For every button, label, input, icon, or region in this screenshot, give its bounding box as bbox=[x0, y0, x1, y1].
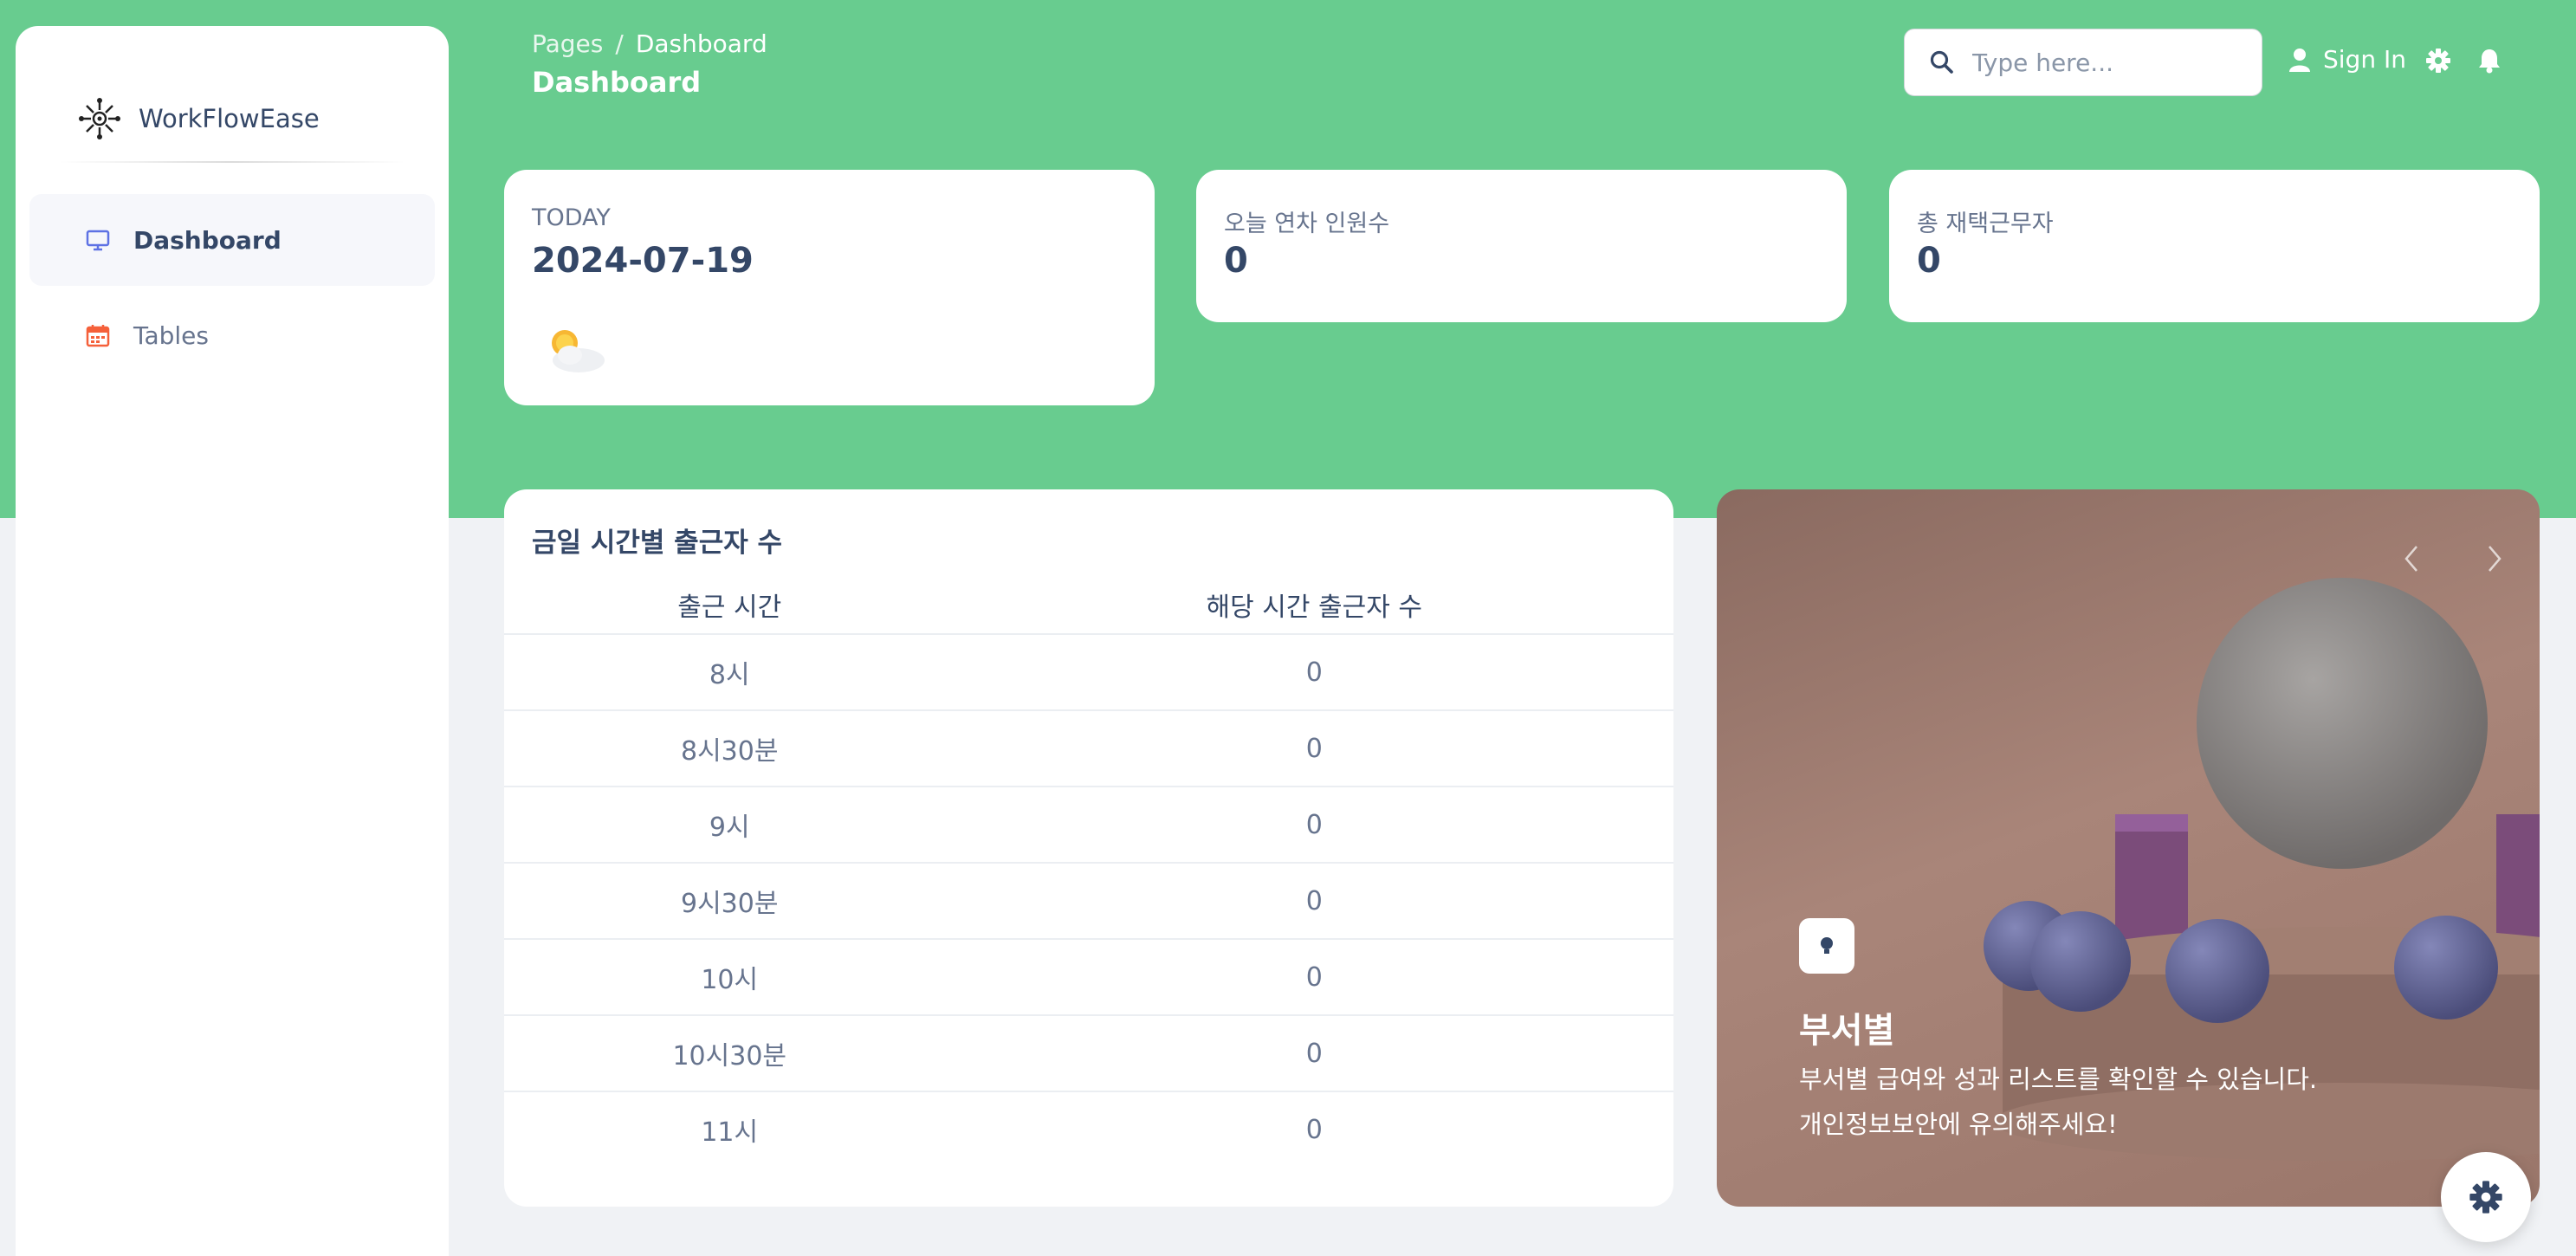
brand-name: WorkFlowEase bbox=[139, 104, 320, 133]
calendar-icon bbox=[86, 325, 110, 347]
partly-cloudy-icon bbox=[552, 330, 605, 372]
feature-description-line: 개인정보보안에 유의해주세요! bbox=[1799, 1110, 2118, 1139]
sidebar-item-label: Tables bbox=[133, 320, 209, 350]
sidebar-item-tables[interactable]: Tables bbox=[29, 289, 435, 381]
table-row: 9시 0 bbox=[504, 787, 1673, 864]
sidebar-item-label: Dashboard bbox=[133, 225, 282, 255]
table-row: 10시30분 0 bbox=[504, 1015, 1673, 1092]
feature-description-line: 부서별 급여와 성과 리스트를 확인할 수 있습니다. bbox=[1799, 1065, 2318, 1094]
gear-icon[interactable] bbox=[2425, 48, 2451, 74]
search-icon bbox=[1930, 50, 1953, 74]
breadcrumb-parent[interactable]: Pages bbox=[532, 29, 603, 58]
monitor-icon bbox=[86, 230, 110, 251]
breadcrumb-separator: / bbox=[615, 29, 624, 58]
page-title: Dashboard bbox=[532, 66, 702, 99]
sidebar-item-dashboard[interactable]: Dashboard bbox=[29, 194, 435, 286]
count-cell: 0 bbox=[955, 787, 1673, 864]
count-cell: 0 bbox=[955, 710, 1673, 787]
leave-count-label: 오늘 연차 인원수 bbox=[1224, 210, 1390, 237]
count-cell: 0 bbox=[955, 863, 1673, 940]
remote-workers-value: 0 bbox=[1917, 241, 1941, 281]
table-row: 11시 0 bbox=[504, 1091, 1673, 1167]
lightbulb-badge bbox=[1799, 918, 1854, 974]
lightbulb-icon bbox=[1821, 937, 1833, 954]
today-label: TODAY bbox=[532, 204, 611, 231]
department-feature-card[interactable]: 부서별 부서별 급여와 성과 리스트를 확인할 수 있습니다. 개인정보보안에 … bbox=[1717, 489, 2540, 1207]
background-illustration bbox=[1984, 578, 2540, 1161]
attendance-table: 출근 시간 해당 시간 출근자 수 8시 0 8시30분 0 9시 0 9시30분 0 … bbox=[504, 576, 1673, 1167]
bell-icon[interactable] bbox=[2477, 48, 2502, 74]
time-cell: 9시 bbox=[504, 787, 955, 864]
table-row: 10시 0 bbox=[504, 939, 1673, 1016]
count-cell: 0 bbox=[955, 939, 1673, 1016]
attendance-title: 금일 시간별 출근자 수 bbox=[532, 528, 783, 559]
today-date: 2024-07-19 bbox=[532, 241, 754, 281]
column-header: 해당 시간 출근자 수 bbox=[955, 576, 1673, 635]
search-box[interactable] bbox=[1904, 29, 2262, 96]
remote-workers-card: 총 재택근무자 0 bbox=[1889, 170, 2540, 322]
time-cell: 9시30분 bbox=[504, 863, 955, 940]
time-cell: 10시30분 bbox=[504, 1015, 955, 1092]
table-row: 8시30분 0 bbox=[504, 710, 1673, 787]
sign-in-label: Sign In bbox=[2323, 45, 2406, 74]
leave-count-card: 오늘 연차 인원수 0 bbox=[1196, 170, 1847, 322]
time-cell: 8시 bbox=[504, 634, 955, 711]
workflow-logo-icon bbox=[79, 98, 120, 139]
feature-title: 부서별 bbox=[1799, 1011, 1895, 1051]
remote-workers-label: 총 재택근무자 bbox=[1917, 210, 2054, 237]
search-input[interactable] bbox=[1971, 47, 2251, 78]
carousel-prev-icon[interactable] bbox=[2401, 541, 2422, 576]
table-header-row: 출근 시간 해당 시간 출근자 수 bbox=[504, 576, 1673, 635]
breadcrumb-current: Dashboard bbox=[635, 29, 767, 58]
sign-in-link[interactable]: Sign In bbox=[2288, 45, 2406, 74]
time-cell: 11시 bbox=[701, 1117, 759, 1148]
count-cell: 0 bbox=[955, 1015, 1673, 1092]
time-cell: 8시30분 bbox=[504, 710, 955, 787]
table-row: 9시30분 0 bbox=[504, 863, 1673, 940]
brand[interactable]: WorkFlowEase bbox=[78, 71, 320, 166]
time-cell: 10시 bbox=[504, 939, 955, 1016]
table-row: 8시 0 bbox=[504, 634, 1673, 711]
count-cell: 0 bbox=[955, 634, 1673, 711]
sidebar-divider bbox=[59, 161, 405, 163]
count-cell: 0 bbox=[1305, 1114, 1323, 1145]
carousel-next-icon[interactable] bbox=[2484, 541, 2505, 576]
leave-count-value: 0 bbox=[1224, 241, 1248, 281]
column-header: 출근 시간 bbox=[504, 576, 955, 635]
user-icon bbox=[2289, 48, 2310, 72]
attendance-card: 금일 시간별 출근자 수 출근 시간 해당 시간 출근자 수 8시 0 8시30분… bbox=[504, 489, 1673, 1207]
floating-settings-button[interactable] bbox=[2441, 1152, 2531, 1242]
today-card: TODAY 2024-07-19 bbox=[504, 170, 1155, 405]
breadcrumb: Pages / Dashboard bbox=[532, 29, 767, 58]
gear-icon bbox=[2469, 1181, 2502, 1214]
sidebar: WorkFlowEase Dashboard Tables bbox=[16, 26, 449, 1256]
